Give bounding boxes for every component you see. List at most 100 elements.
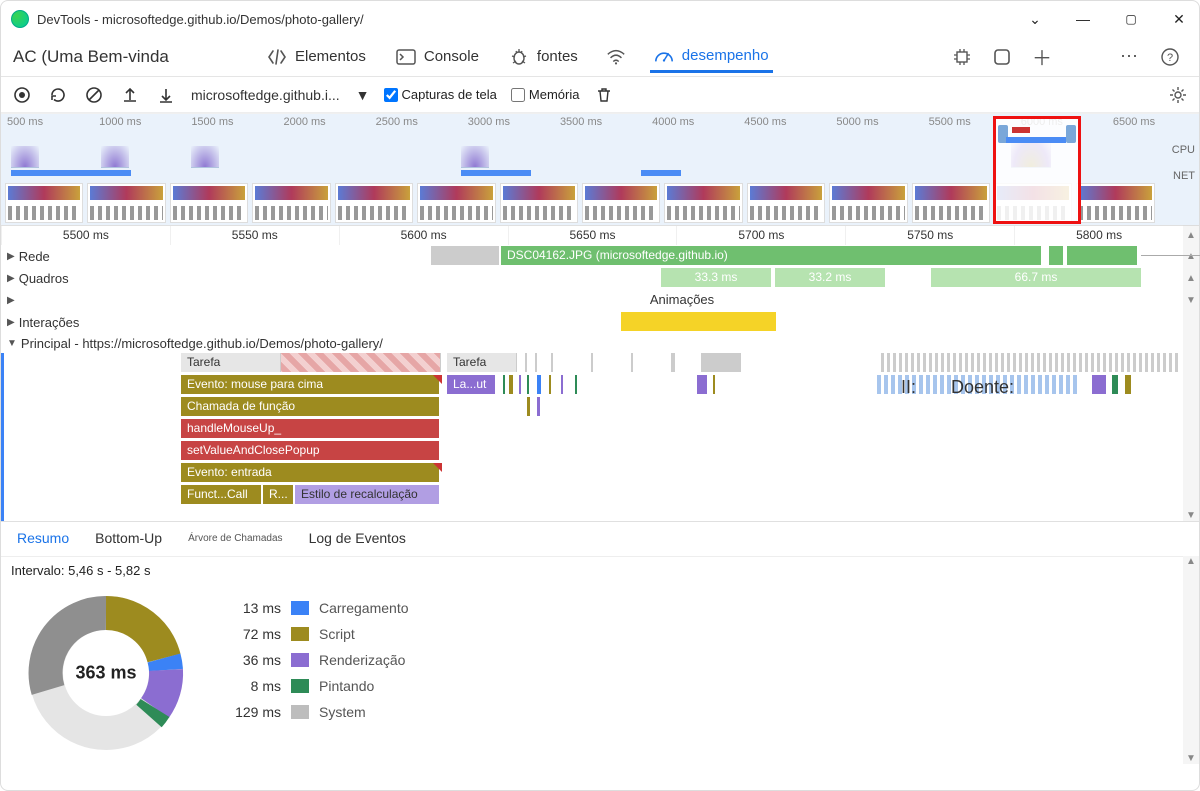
ruler-tick: 5500 ms: [1, 226, 170, 245]
thumbnail: [170, 183, 248, 223]
tab-elements[interactable]: Elementos: [263, 42, 370, 72]
track-label: Quadros: [19, 271, 69, 286]
expand-icon[interactable]: ▶: [7, 251, 15, 262]
upload-button[interactable]: [119, 84, 141, 106]
tab-calltree[interactable]: Árvore de Chamadas: [188, 533, 283, 546]
legend-label: Pintando: [319, 678, 374, 694]
scroll-down[interactable]: ▼: [1186, 753, 1196, 764]
tab-performance[interactable]: desempenho: [650, 40, 773, 73]
layout-bar[interactable]: La...ut: [447, 375, 495, 394]
collapse-icon[interactable]: ▼: [7, 338, 17, 349]
fn-bar[interactable]: setValueAndClosePopup: [181, 441, 439, 460]
legend-swatch: [291, 627, 309, 641]
flame-gutter: [1, 353, 181, 521]
legend-label: Renderização: [319, 652, 405, 668]
interaction-bar[interactable]: [621, 312, 776, 331]
memory-input[interactable]: [511, 88, 525, 102]
track-animations[interactable]: ▶ Animações ▼: [1, 289, 1199, 311]
call-bar[interactable]: Chamada de função: [181, 397, 439, 416]
dock-icon[interactable]: [991, 46, 1013, 68]
tab-sources[interactable]: fontes: [505, 42, 582, 72]
tick: 4500 ms: [738, 116, 830, 132]
clear-button[interactable]: [83, 84, 105, 106]
expand-icon[interactable]: ▶: [7, 295, 15, 306]
event-bar[interactable]: Evento: mouse para cima: [181, 375, 439, 394]
expand-icon[interactable]: ▶: [7, 273, 15, 284]
frame-bar[interactable]: 66.7 ms: [931, 268, 1141, 287]
track-main-header[interactable]: ▼Principal - https://microsoftedge.githu…: [1, 333, 1199, 353]
recording-picker[interactable]: microsoftedge.github.i... ▼: [191, 87, 370, 103]
scroll-up[interactable]: ▲: [1183, 225, 1199, 245]
overview-selection[interactable]: [993, 116, 1081, 224]
frame-bar[interactable]: 33.2 ms: [775, 268, 885, 287]
track-network[interactable]: ▶Rede DSC04162.JPG (microsoftedge.github…: [1, 245, 1199, 267]
tracks-panel: ▶Rede DSC04162.JPG (microsoftedge.github…: [1, 245, 1199, 521]
page-label: AC (Uma Bem-vinda: [13, 47, 263, 67]
download-button[interactable]: [155, 84, 177, 106]
thumbnail: [582, 183, 660, 223]
scroll-up[interactable]: ▲: [1186, 556, 1196, 567]
thumbnail: [1076, 183, 1154, 223]
trash-button[interactable]: [593, 84, 615, 106]
legend-ms: 36 ms: [221, 652, 281, 668]
screenshots-checkbox[interactable]: Capturas de tela: [384, 87, 497, 102]
thumbnail: [417, 183, 495, 223]
scroll-up[interactable]: ▲: [1183, 245, 1199, 267]
tab-resumo[interactable]: Resumo: [17, 530, 69, 548]
frame-bar[interactable]: 33.3 ms: [661, 268, 771, 287]
reload-button[interactable]: [47, 84, 69, 106]
dropdown-icon: ▼: [356, 87, 370, 103]
maximize-button[interactable]: ▢: [1121, 12, 1141, 26]
network-item[interactable]: DSC04162.JPG (microsoftedge.github.io): [501, 246, 1041, 265]
chevron-down-icon[interactable]: ⌄: [1025, 11, 1045, 28]
annotation: II:: [901, 377, 916, 398]
expand-icon[interactable]: ▶: [7, 317, 15, 328]
minimize-button[interactable]: —: [1073, 11, 1093, 27]
track-label: Interações: [19, 315, 80, 330]
screenshots-input[interactable]: [384, 88, 398, 102]
window-titlebar: DevTools - microsoftedge.github.io/Demos…: [1, 1, 1199, 37]
overview-timeline[interactable]: 500 ms 1000 ms 1500 ms 2000 ms 2500 ms 3…: [1, 113, 1199, 225]
event-bar[interactable]: Evento: entrada: [181, 463, 439, 482]
scroll-down[interactable]: ▼: [1183, 289, 1199, 311]
overview-net-bar: [641, 170, 681, 176]
memory-checkbox[interactable]: Memória: [511, 87, 580, 102]
track-interactions[interactable]: ▶ Interações: [1, 311, 1199, 333]
fn-bar[interactable]: Funct...Call: [181, 485, 261, 504]
scroll-up[interactable]: ▲: [1183, 267, 1199, 289]
network-item[interactable]: [1049, 246, 1063, 265]
tick: 4000 ms: [646, 116, 738, 132]
track-frames[interactable]: ▶ Quadros 33.3 ms 33.2 ms 66.7 ms ▲: [1, 267, 1199, 289]
wifi-icon: [606, 48, 626, 66]
more-icon[interactable]: ⋯: [1119, 46, 1141, 68]
legend-ms: 8 ms: [221, 678, 281, 694]
tab-console[interactable]: Console: [392, 42, 483, 72]
task-bar[interactable]: Tarefa: [447, 353, 517, 372]
ruler-tick: 5550 ms: [170, 226, 339, 245]
tab-eventlog[interactable]: Log de Eventos: [309, 530, 406, 548]
chip-icon[interactable]: [951, 46, 973, 68]
summary-legend: 13 msCarregamento 72 msScript 36 msRende…: [221, 588, 409, 720]
help-icon[interactable]: ?: [1159, 46, 1181, 68]
tab-bottomup[interactable]: Bottom-Up: [95, 530, 162, 548]
legend-row: 72 msScript: [221, 626, 409, 642]
record-button[interactable]: [11, 84, 33, 106]
task-bar[interactable]: Tarefa: [181, 353, 281, 372]
network-item[interactable]: [1067, 246, 1137, 265]
thumbnail: [912, 183, 990, 223]
fn-bar[interactable]: R...: [263, 485, 293, 504]
plus-icon[interactable]: ＋: [1031, 46, 1053, 68]
tab-label: desempenho: [682, 47, 769, 64]
tick: 5000 ms: [830, 116, 922, 132]
flame-chart[interactable]: Tarefa Tarefa Evento: mouse para cima La…: [181, 353, 1183, 521]
close-button[interactable]: ✕: [1169, 11, 1189, 28]
gauge-icon: [654, 46, 674, 64]
scroll-down[interactable]: ▼: [1183, 353, 1199, 521]
tick: 500 ms: [1, 116, 93, 132]
fn-bar[interactable]: handleMouseUp_: [181, 419, 439, 438]
tab-network-icon-only[interactable]: [604, 42, 628, 72]
settings-button[interactable]: [1167, 84, 1189, 106]
tabrow-right-icons: ＋ ⋯ ?: [951, 46, 1187, 68]
tab-label: Elementos: [295, 48, 366, 65]
recalc-bar[interactable]: Estilo de recalculação: [295, 485, 439, 504]
